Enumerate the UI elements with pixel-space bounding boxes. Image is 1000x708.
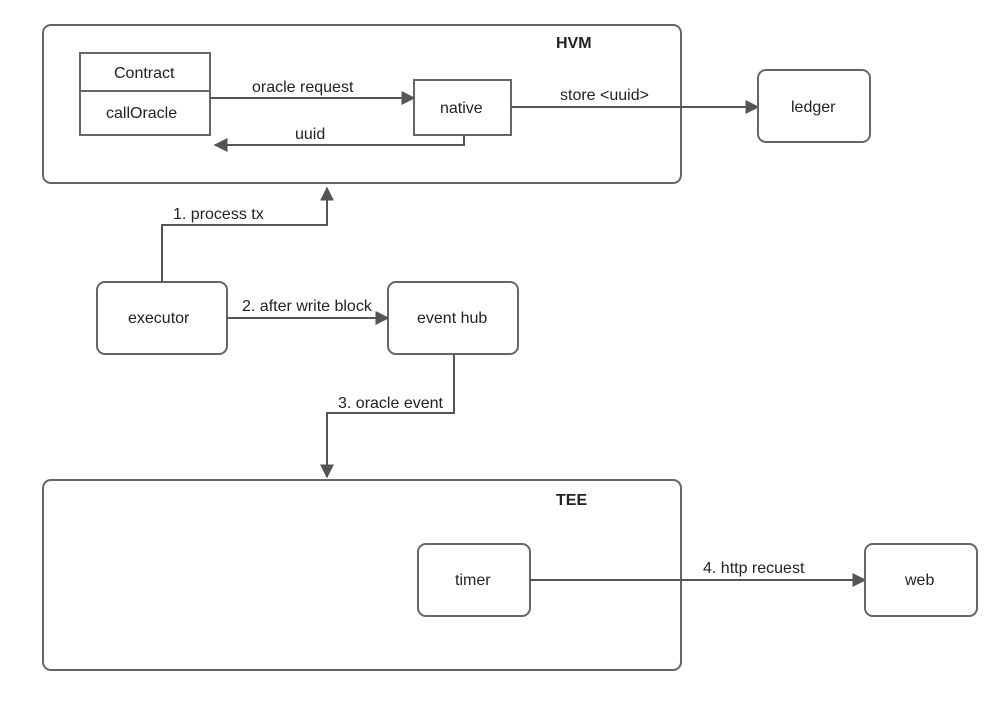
contract-label: Contract: [114, 65, 175, 82]
executor-label: executor: [128, 310, 190, 327]
label-step1: 1. process tx: [173, 206, 264, 223]
eventhub-label: event hub: [417, 310, 487, 327]
label-step4: 4. http recuest: [703, 560, 805, 577]
native-label: native: [440, 100, 483, 117]
arrow-step3: [327, 354, 454, 477]
ledger-label: ledger: [791, 99, 836, 116]
label-uuid: uuid: [295, 126, 325, 143]
timer-label: timer: [455, 572, 491, 589]
calloracle-label: callOracle: [106, 105, 177, 122]
arrow-step1: [162, 188, 327, 282]
hvm-title: HVM: [556, 35, 592, 52]
label-step3: 3. oracle event: [338, 395, 444, 412]
label-store: store <uuid>: [560, 87, 649, 104]
tee-title: TEE: [556, 492, 587, 509]
web-label: web: [904, 572, 934, 589]
label-step2: 2. after write block: [242, 298, 373, 315]
label-oracle-request: oracle request: [252, 79, 354, 96]
